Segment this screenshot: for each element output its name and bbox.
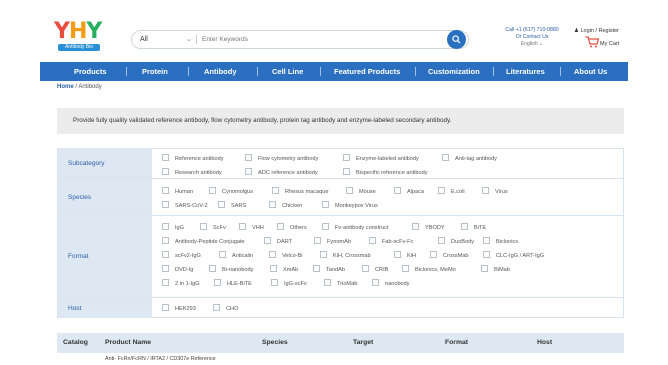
filter-option[interactable]: SARS-CoV-2 — [162, 201, 208, 210]
filter-species: Species Human Cynomolgus Rhesus macaque … — [58, 179, 623, 216]
cart-icon[interactable] — [585, 36, 599, 48]
filter-option[interactable]: Anticalin — [219, 251, 253, 260]
nav-customization[interactable]: Customization — [428, 62, 480, 81]
filter-option[interactable]: BiTE — [461, 223, 486, 232]
language-select[interactable]: English ⌄ — [497, 41, 567, 48]
filter-option[interactable]: DuoBody — [438, 237, 474, 246]
filter-option[interactable]: Mouse — [346, 187, 376, 196]
filter-format: Format IgG ScFv VHH Others Fv-antibody c… — [58, 216, 623, 298]
filter-option[interactable]: Bi-nanobody — [209, 265, 253, 274]
filter-option[interactable]: Anti-tag antibody — [442, 154, 497, 163]
nav-literatures[interactable]: Literatures — [506, 62, 545, 81]
filter-option[interactable]: IgG — [162, 223, 184, 232]
filter-option[interactable]: nanobody — [372, 279, 410, 288]
filter-option[interactable]: KiH — [394, 251, 416, 260]
filter-option[interactable]: scFv2-IgG — [162, 251, 201, 260]
filter-option[interactable]: VHH — [239, 223, 264, 232]
filter-option[interactable]: IgG-scFv — [271, 279, 307, 288]
filter-option[interactable]: YBODY — [412, 223, 445, 232]
main-nav: Products Protein Antibody Cell Line Feat… — [40, 62, 628, 81]
column-species: Species — [262, 339, 288, 346]
brand-logo[interactable]: YHY Antibody Bio — [54, 20, 104, 52]
filter-option[interactable]: CrossMab — [430, 251, 469, 260]
filter-option[interactable]: Bispecific reference antibody — [343, 168, 428, 177]
column-product-name: Product Name — [105, 339, 152, 346]
breadcrumb-current: Antibody — [78, 84, 102, 90]
product-name-cell[interactable]: Anti- FcRn/FcRN / IRTA2 / CD307e Referen… — [105, 356, 216, 362]
contact-phone[interactable]: Call +1 (617) 710-0880 — [497, 27, 567, 34]
filter-option[interactable]: Enzyme-labeled antibody — [343, 154, 419, 163]
filter-option[interactable]: 2 in 1-IgG — [162, 279, 200, 288]
contact-link[interactable]: Or Contact Us — [497, 34, 567, 41]
nav-cell-line[interactable]: Cell Line — [272, 62, 303, 81]
filter-option[interactable]: Chicken — [269, 201, 302, 210]
column-format: Format — [445, 339, 469, 346]
filter-option[interactable]: Reference antibody — [162, 154, 224, 163]
filter-option[interactable]: Others — [277, 223, 307, 232]
nav-about-us[interactable]: About Us — [574, 62, 607, 81]
filter-option[interactable]: Human — [162, 187, 193, 196]
filter-option[interactable]: Monkeypox Virus — [322, 201, 378, 210]
search-icon — [452, 35, 461, 44]
table-row[interactable]: Anti- FcRn/FcRN / IRTA2 / CD307e Referen… — [57, 353, 624, 365]
nav-protein[interactable]: Protein — [142, 62, 168, 81]
filter-option[interactable]: DART — [264, 237, 292, 246]
site-header: YHY Antibody Bio All ⌄ Call +1 (617) 710… — [0, 0, 668, 62]
nav-products[interactable]: Products — [74, 62, 107, 81]
contact-block: Call +1 (617) 710-0880 Or Contact Us Eng… — [497, 27, 567, 48]
filter-option[interactable]: TandAb — [313, 265, 345, 274]
column-target: Target — [353, 339, 374, 346]
search-input[interactable] — [202, 32, 432, 46]
filter-option[interactable]: Antibody-Peptide Conjugate — [162, 237, 245, 246]
filter-option[interactable]: ADC reference antibody — [245, 168, 318, 177]
filter-option[interactable]: Velco-Bi — [269, 251, 303, 260]
filter-option[interactable]: Fv-antibody construct — [322, 223, 388, 232]
filter-option[interactable]: E.coli — [438, 187, 465, 196]
brand-tagline: Antibody Bio — [58, 44, 100, 51]
filter-option[interactable]: Rhesus macaque — [272, 187, 329, 196]
filter-option[interactable]: CHO — [213, 304, 238, 313]
filter-option[interactable]: Biclonics — [483, 237, 518, 246]
nav-featured-products[interactable]: Featured Products — [334, 62, 400, 81]
filter-option[interactable]: Biclonics, MeMo — [402, 265, 456, 274]
filter-option[interactable]: Fab-scFv-Fc — [369, 237, 413, 246]
filter-option[interactable]: TriоMab — [324, 279, 357, 288]
filter-option[interactable]: Cynomolgus — [209, 187, 253, 196]
filter-option[interactable]: Flow cytometry antibody — [245, 154, 318, 163]
filter-option[interactable]: Alpaca — [394, 187, 424, 196]
filter-option[interactable]: HEK293 — [162, 304, 196, 313]
my-cart-link[interactable]: My Cart — [600, 41, 619, 47]
chevron-down-icon[interactable]: ⌄ — [186, 31, 192, 48]
filter-option[interactable]: FynomAb — [314, 237, 351, 246]
filter-option[interactable]: KiH, Crossmab — [320, 251, 371, 260]
filter-label: Host — [58, 298, 152, 318]
filter-option[interactable]: CLC-IgG / ART-IgG — [483, 251, 544, 260]
filter-panel: Subcategory Reference antibody Flow cyto… — [57, 148, 624, 318]
filter-option[interactable]: XmAb — [270, 265, 298, 274]
product-table-header: Catalog Product Name Species Target Form… — [57, 333, 624, 353]
filter-option[interactable]: CRIB — [362, 265, 388, 274]
breadcrumb: Home / Antibody — [57, 84, 102, 90]
filter-option[interactable]: HLE-BiTE — [214, 279, 252, 288]
intro-banner: Provide fully quality validated referenc… — [57, 108, 624, 134]
search-bar: All ⌄ — [131, 30, 469, 49]
filter-label: Species — [58, 179, 152, 215]
filter-option[interactable]: SARS — [218, 201, 246, 210]
filter-option[interactable]: Research antibody — [162, 168, 222, 177]
search-button[interactable] — [447, 30, 466, 49]
filter-label: Subcategory — [58, 149, 152, 178]
search-category-select[interactable]: All — [140, 31, 148, 48]
nav-antibody[interactable]: Antibody — [204, 62, 237, 81]
filter-host: Host HEK293 CHO — [58, 298, 623, 318]
breadcrumb-home[interactable]: Home — [57, 84, 74, 90]
filter-option[interactable]: Virus — [482, 187, 508, 196]
filter-subcategory: Subcategory Reference antibody Flow cyto… — [58, 149, 623, 179]
filter-option[interactable]: DVD-Ig — [162, 265, 193, 274]
column-catalog: Catalog — [63, 339, 88, 346]
filter-label: Format — [58, 216, 152, 297]
login-register-link[interactable]: ♟ Login / Register — [574, 28, 619, 34]
column-host: Host — [537, 339, 553, 346]
filter-option[interactable]: ScFv — [200, 223, 226, 232]
filter-option[interactable]: BiMab — [481, 265, 510, 274]
